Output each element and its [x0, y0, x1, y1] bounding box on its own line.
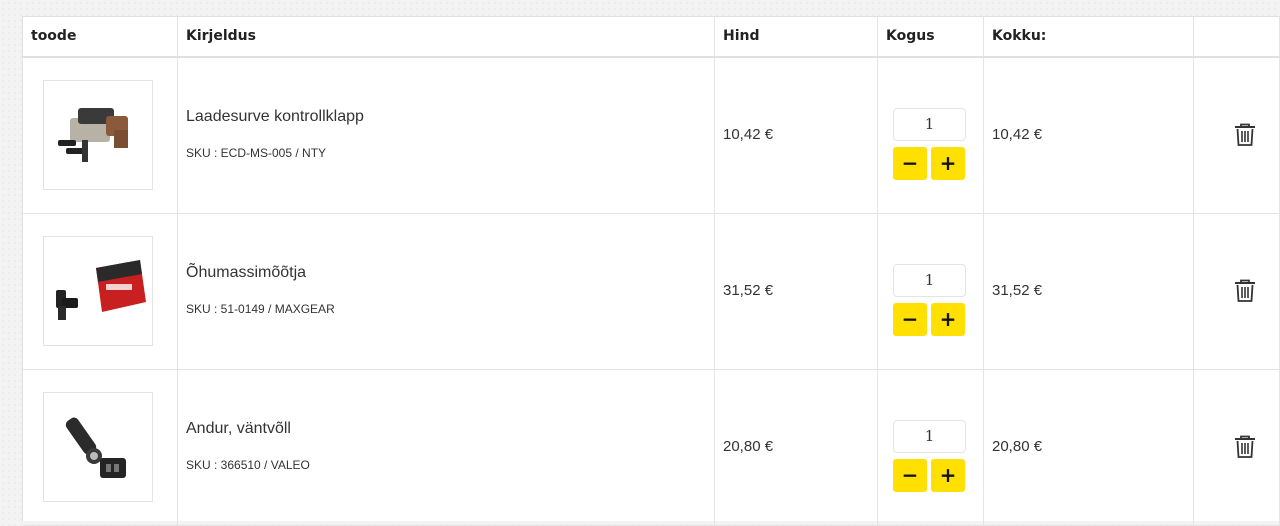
product-sku: SKU : ECD-MS-005 / NTY: [186, 146, 327, 160]
description-cell: Andur, väntvõll SKU : 366510 / VALEO: [178, 370, 715, 525]
air-mass-sensor-image: [56, 260, 146, 320]
product-name[interactable]: Õhumassimõõtja: [186, 264, 306, 282]
line-total: 10,42 €: [992, 126, 1043, 143]
header-actions: [1194, 17, 1280, 56]
quantity-input[interactable]: 1: [893, 108, 966, 141]
quantity-cell: 1 − +: [878, 214, 984, 369]
increase-quantity-button[interactable]: +: [931, 459, 965, 492]
description-cell: Laadesurve kontrollklapp SKU : ECD-MS-00…: [178, 58, 715, 213]
trash-icon[interactable]: [1234, 279, 1256, 303]
table-header: toode Kirjeldus Hind Kogus Kokku:: [23, 17, 1280, 58]
product-price: 10,42 €: [723, 126, 774, 143]
product-sku: SKU : 51-0149 / MAXGEAR: [186, 302, 335, 316]
quantity-cell: 1 − +: [878, 58, 984, 213]
product-name[interactable]: Laadesurve kontrollklapp: [186, 108, 364, 126]
product-image[interactable]: [43, 80, 153, 190]
table-row: Andur, väntvõll SKU : 366510 / VALEO 20,…: [23, 370, 1280, 526]
increase-quantity-button[interactable]: +: [931, 303, 965, 336]
header-description: Kirjeldus: [178, 17, 715, 56]
product-image[interactable]: [43, 392, 153, 502]
decrease-quantity-button[interactable]: −: [893, 147, 927, 180]
quantity-cell: 1 − +: [878, 370, 984, 525]
trash-icon[interactable]: [1234, 123, 1256, 147]
description-cell: Õhumassimõõtja SKU : 51-0149 / MAXGEAR: [178, 214, 715, 369]
header-total: Kokku:: [984, 17, 1194, 56]
total-cell: 31,52 €: [984, 214, 1194, 369]
increase-quantity-button[interactable]: +: [931, 147, 965, 180]
total-cell: 20,80 €: [984, 370, 1194, 525]
remove-cell: [1194, 214, 1280, 369]
total-cell: 10,42 €: [984, 58, 1194, 213]
trash-icon[interactable]: [1234, 435, 1256, 459]
price-cell: 20,80 €: [715, 370, 878, 525]
header-price: Hind: [715, 17, 878, 56]
product-image-cell: [23, 58, 178, 213]
price-cell: 10,42 €: [715, 58, 878, 213]
product-sku: SKU : 366510 / VALEO: [186, 458, 310, 472]
table-row: Laadesurve kontrollklapp SKU : ECD-MS-00…: [23, 58, 1280, 214]
header-quantity: Kogus: [878, 17, 984, 56]
product-image-cell: [23, 214, 178, 369]
remove-cell: [1194, 58, 1280, 213]
product-image-cell: [23, 370, 178, 525]
quantity-input[interactable]: 1: [893, 420, 966, 453]
line-total: 20,80 €: [992, 438, 1043, 455]
quantity-input[interactable]: 1: [893, 264, 966, 297]
price-cell: 31,52 €: [715, 214, 878, 369]
product-name[interactable]: Andur, väntvõll: [186, 420, 291, 438]
remove-cell: [1194, 370, 1280, 525]
decrease-quantity-button[interactable]: −: [893, 303, 927, 336]
product-price: 31,52 €: [723, 282, 774, 299]
product-image[interactable]: [43, 236, 153, 346]
cart-table: toode Kirjeldus Hind Kogus Kokku: Laades…: [22, 16, 1280, 526]
line-total: 31,52 €: [992, 282, 1043, 299]
valve-image: [58, 108, 128, 162]
product-price: 20,80 €: [723, 438, 774, 455]
header-product: toode: [23, 17, 178, 56]
decrease-quantity-button[interactable]: −: [893, 459, 927, 492]
table-row: Õhumassimõõtja SKU : 51-0149 / MAXGEAR 3…: [23, 214, 1280, 370]
crankshaft-sensor-image: [65, 417, 126, 478]
